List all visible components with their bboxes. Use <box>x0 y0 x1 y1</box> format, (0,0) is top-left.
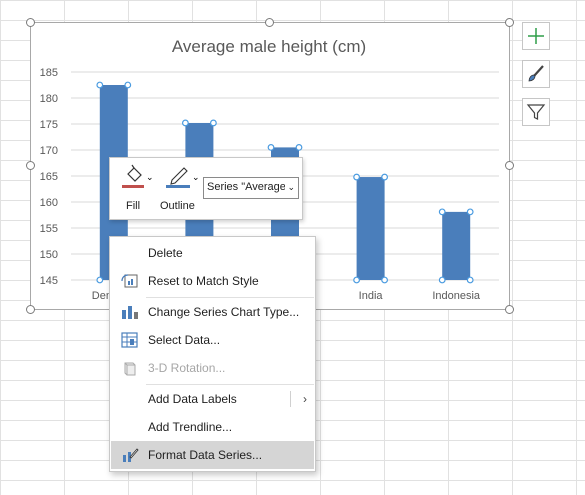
resize-handle-tl[interactable] <box>26 18 35 27</box>
outline-dropdown-arrow[interactable]: ⌄ <box>192 172 200 183</box>
chevron-down-icon: ⌄ <box>285 182 295 193</box>
y-tick-label: 145 <box>40 275 58 287</box>
fill-label: Fill <box>126 200 141 212</box>
y-tick-label: 180 <box>40 93 58 105</box>
menu-item-select-data[interactable]: Select Data... <box>110 326 315 354</box>
bar[interactable] <box>356 177 385 280</box>
resize-handle-tr[interactable] <box>505 18 514 27</box>
series-select[interactable]: Series "Average ⌄ <box>203 177 299 199</box>
y-tick-label: 185 <box>40 67 58 79</box>
bar[interactable] <box>442 211 471 280</box>
chart-elements-button[interactable] <box>522 22 550 50</box>
submenu-divider <box>290 391 291 407</box>
chevron-right-icon[interactable]: › <box>303 385 307 413</box>
select-data-icon <box>121 332 138 348</box>
bar-selection-handle[interactable] <box>381 276 389 284</box>
bar-selection-handle[interactable] <box>353 276 361 284</box>
bar-selection-handle[interactable] <box>295 143 303 151</box>
menu-item-label: Add Data Labels <box>148 392 237 406</box>
3d-rotation-icon <box>124 362 136 376</box>
menu-item-add-trendline[interactable]: Add Trendline... <box>110 413 315 441</box>
bar-selection-handle[interactable] <box>124 81 132 89</box>
resize-handle-tm[interactable] <box>265 18 274 27</box>
bar-selection-handle[interactable] <box>96 81 104 89</box>
bar-selection-handle[interactable] <box>438 208 446 216</box>
menu-item-label: Reset to Match Style <box>148 274 259 288</box>
y-tick-label: 150 <box>40 249 58 261</box>
fill-dropdown-arrow[interactable]: ⌄ <box>146 172 154 183</box>
mini-toolbar: ⌄ Fill ⌄ Outline Series "Average ⌄ <box>109 157 303 220</box>
reset-style-icon <box>121 274 138 288</box>
context-menu: Delete Reset to Match Style Change Serie… <box>109 236 316 472</box>
resize-handle-bl[interactable] <box>26 305 35 314</box>
x-tick-label: Indonesia <box>432 290 481 302</box>
funnel-icon <box>526 104 546 120</box>
plus-icon <box>528 28 544 44</box>
bar-selection-handle[interactable] <box>466 208 474 216</box>
menu-item-label: Delete <box>148 246 183 260</box>
menu-item-change-chart-type[interactable]: Change Series Chart Type... <box>110 298 315 326</box>
chart-styles-button[interactable] <box>522 60 550 88</box>
y-axis: 145 150 155 160 165 170 175 180 185 <box>40 67 58 287</box>
paintbrush-icon <box>528 65 544 82</box>
y-tick-label: 160 <box>40 197 58 209</box>
y-tick-label: 165 <box>40 171 58 183</box>
bar-selection-handle[interactable] <box>466 276 474 284</box>
series-select-value: Series "Average <box>207 181 286 193</box>
x-tick-label: India <box>359 290 384 302</box>
fill-button[interactable]: ⌄ Fill <box>116 162 156 216</box>
menu-item-delete[interactable]: Delete <box>110 239 315 267</box>
resize-handle-mr[interactable] <box>505 161 514 170</box>
y-tick-label: 175 <box>40 119 58 131</box>
menu-item-format-data-series[interactable]: Format Data Series... <box>111 441 314 469</box>
format-series-icon <box>123 448 139 462</box>
menu-item-reset-style[interactable]: Reset to Match Style <box>110 267 315 295</box>
outline-button[interactable]: ⌄ Outline <box>158 162 202 216</box>
menu-item-label: Format Data Series... <box>148 448 263 462</box>
bar-selection-handle[interactable] <box>181 119 189 127</box>
bar-selection-handle[interactable] <box>209 119 217 127</box>
bar-selection-handle[interactable] <box>267 143 275 151</box>
outline-label: Outline <box>160 200 195 212</box>
menu-item-label: Select Data... <box>148 333 221 347</box>
bar-selection-handle[interactable] <box>381 173 389 181</box>
menu-item-label: 3-D Rotation... <box>148 361 226 375</box>
menu-item-label: Add Trendline... <box>148 420 233 434</box>
resize-handle-ml[interactable] <box>26 161 35 170</box>
menu-item-add-data-labels[interactable]: Add Data Labels › <box>110 385 315 413</box>
bar-selection-handle[interactable] <box>438 276 446 284</box>
chart-title[interactable]: Average male height (cm) <box>172 37 366 56</box>
bar-selection-handle[interactable] <box>96 276 104 284</box>
chart-filters-button[interactable] <box>522 98 550 126</box>
y-tick-label: 170 <box>40 145 58 157</box>
y-tick-label: 155 <box>40 223 58 235</box>
menu-item-label: Change Series Chart Type... <box>148 305 300 319</box>
chart-type-icon <box>122 306 138 319</box>
resize-handle-br[interactable] <box>505 305 514 314</box>
menu-item-3d-rotation[interactable]: 3-D Rotation... <box>110 354 315 382</box>
bar-selection-handle[interactable] <box>353 173 361 181</box>
